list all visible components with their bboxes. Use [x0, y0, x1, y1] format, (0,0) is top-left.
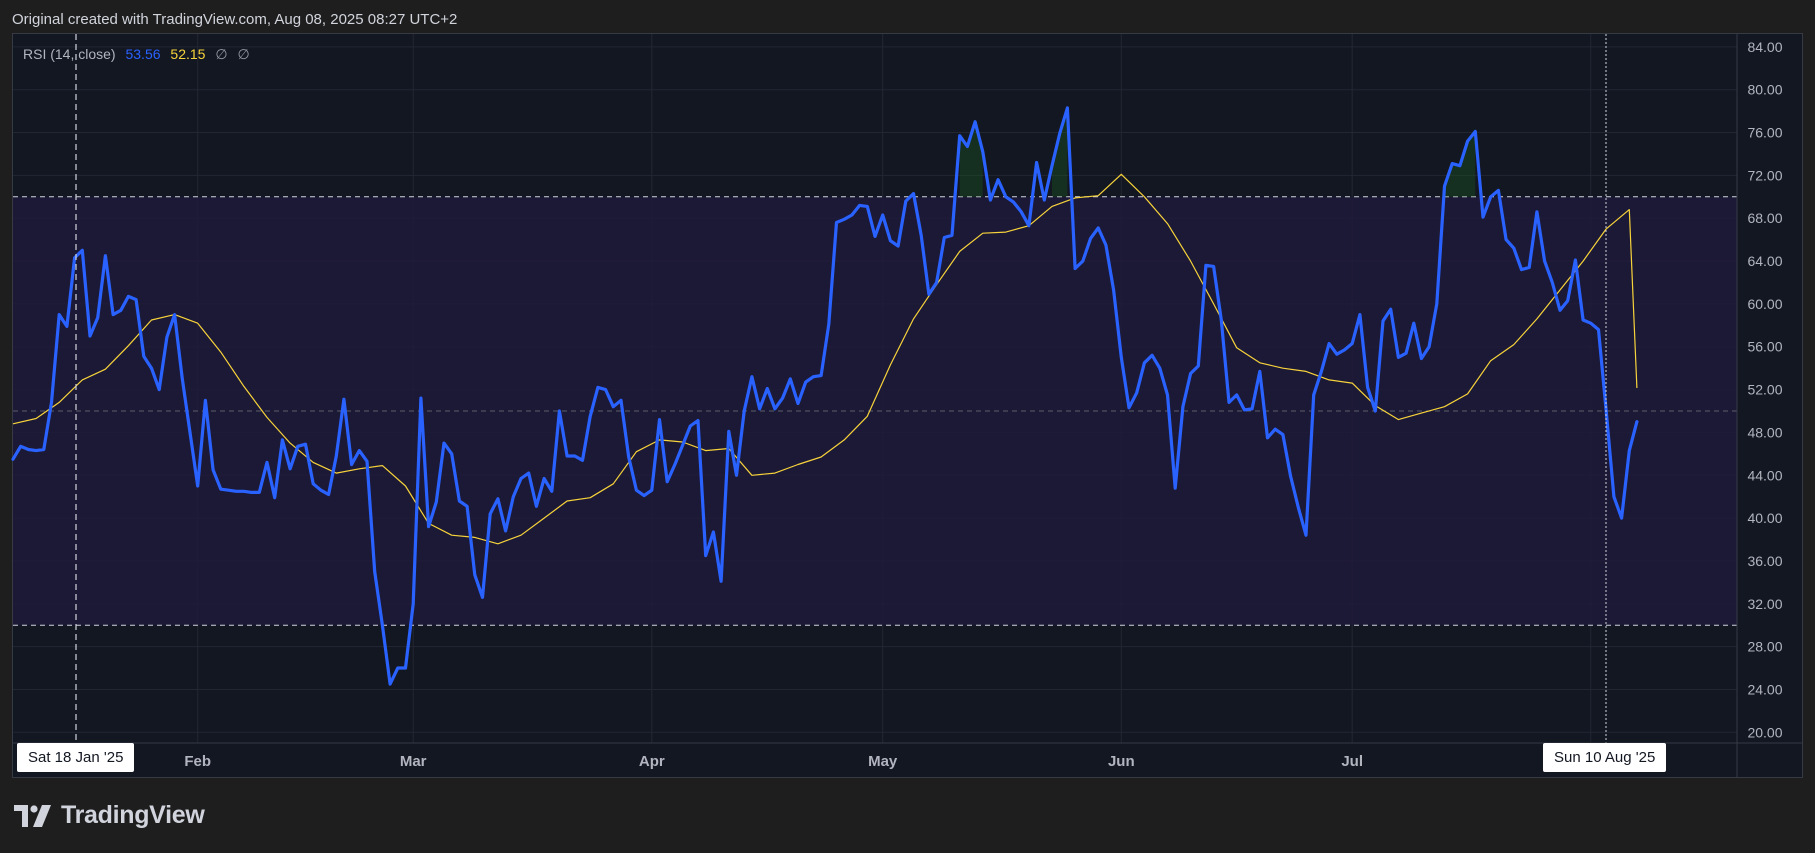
- x-tick-label: Jun: [1108, 753, 1135, 770]
- y-tick-label: 72.00: [1747, 167, 1782, 183]
- tradingview-brand[interactable]: TradingView: [14, 801, 205, 830]
- indicator-name[interactable]: RSI (14, close): [23, 46, 116, 62]
- y-tick-label: 48.00: [1747, 424, 1782, 440]
- x-tick-label: Mar: [400, 753, 427, 770]
- rsi-chart[interactable]: 84.00 80.00 76.00 72.00 68.00 64.00 60.00 56.00…: [0, 0, 1815, 853]
- indicator-legend[interactable]: RSI (14, close) 53.56 52.15 ∅ ∅: [23, 46, 256, 63]
- overbought-oversold-band: [13, 196, 1737, 626]
- y-tick-label: 84.00: [1747, 39, 1782, 55]
- y-axis[interactable]: 84.00 80.00 76.00 72.00 68.00 64.00 60.00 56.00…: [1736, 34, 1783, 777]
- crosshair-date-left: Sat 18 Jan '25: [17, 743, 135, 772]
- y-tick-label: 32.00: [1747, 596, 1782, 612]
- x-tick-label: Jul: [1341, 753, 1363, 770]
- y-tick-label: 28.00: [1747, 639, 1782, 655]
- x-tick-label: May: [868, 753, 898, 770]
- y-tick-label: 24.00: [1747, 682, 1782, 698]
- y-tick-label: 20.00: [1747, 724, 1782, 740]
- y-tick-label: 76.00: [1747, 125, 1782, 141]
- rsi-current-value: 53.56: [125, 46, 161, 62]
- y-tick-label: 40.00: [1747, 510, 1782, 526]
- na-value-2: ∅: [237, 46, 250, 62]
- y-tick-label: 60.00: [1747, 296, 1782, 312]
- y-tick-label: 68.00: [1747, 210, 1782, 226]
- x-tick-label: Apr: [639, 753, 665, 770]
- y-tick-label: 80.00: [1747, 82, 1782, 98]
- x-axis[interactable]: FebMarAprMayJunJulAug: [13, 742, 1802, 770]
- na-value-1: ∅: [215, 46, 228, 62]
- y-tick-label: 64.00: [1747, 253, 1782, 269]
- brand-name: TradingView: [61, 801, 205, 829]
- tradingview-logo-icon: [14, 804, 51, 827]
- y-tick-label: 44.00: [1747, 467, 1782, 483]
- y-tick-label: 36.00: [1747, 553, 1782, 569]
- x-tick-label: Feb: [184, 753, 211, 770]
- ma-current-value: 52.15: [170, 46, 206, 62]
- rsi-background-band: [13, 196, 1737, 626]
- y-tick-label: 52.00: [1747, 382, 1782, 398]
- y-tick-label: 56.00: [1747, 339, 1782, 355]
- crosshair-date-right: Sun 10 Aug '25: [1543, 743, 1667, 772]
